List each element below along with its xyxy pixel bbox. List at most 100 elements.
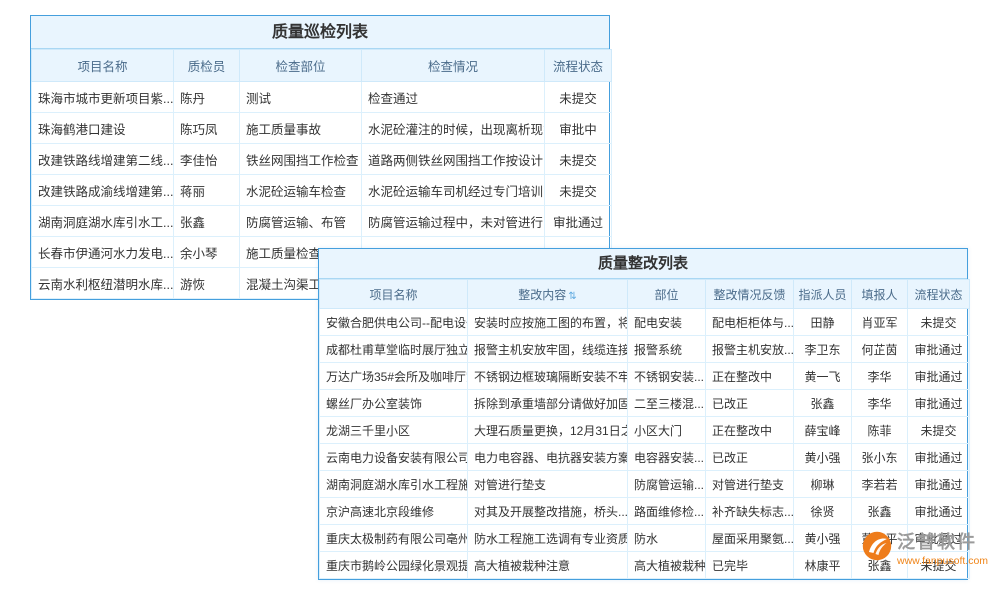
cell-assignee[interactable]: 黄小强 (794, 444, 852, 471)
status-badge: 未提交 (545, 175, 612, 206)
table-row[interactable]: 改建铁路线增建第二线... 李佳怡 铁丝网围挡工作检查 道路两侧铁丝网围挡工作按… (32, 144, 612, 175)
status-badge: 审批通过 (908, 363, 970, 390)
cell-project[interactable]: 珠海鹤港口建设 (32, 113, 174, 144)
cell-feedback: 补齐缺失标志... (706, 498, 794, 525)
cell-reporter[interactable]: 李若若 (852, 471, 908, 498)
cell-assignee[interactable]: 黄一飞 (794, 363, 852, 390)
cell-assignee[interactable]: 黄小强 (794, 525, 852, 552)
cell-project[interactable]: 安徽合肥供电公司--配电设备... (320, 309, 468, 336)
cell-project[interactable]: 云南电力设备安装有限公司20... (320, 444, 468, 471)
table-row[interactable]: 成都杜甫草堂临时展厅独立展... 报警主机安放牢固，线缆连接... 报警系统 报… (320, 336, 970, 363)
col-header-part: 部位 (628, 280, 706, 309)
cell-reporter[interactable]: 何芷茵 (852, 336, 908, 363)
cell-part: 高大植被栽种 (628, 552, 706, 579)
cell-feedback: 配电柜柜体与... (706, 309, 794, 336)
cell-content: 不锈钢边框玻璃隔断安装不牢... (468, 363, 628, 390)
cell-part: 铁丝网围挡工作检查 (240, 144, 362, 175)
cell-content: 报警主机安放牢固，线缆连接... (468, 336, 628, 363)
cell-assignee[interactable]: 薛宝峰 (794, 417, 852, 444)
status-badge: 审批通过 (908, 498, 970, 525)
cell-feedback: 已改正 (706, 390, 794, 417)
fanpu-logo: 泛普软件 www.fanpusoft.com (862, 531, 988, 567)
cell-reporter[interactable]: 李华 (852, 390, 908, 417)
col-header-part: 检查部位 (240, 50, 362, 82)
cell-reporter[interactable]: 张鑫 (852, 498, 908, 525)
page: 质量巡检列表 项目名称 质检员 检查部位 检查情况 流程状态 珠海市城市更新项目… (0, 0, 1000, 600)
cell-project[interactable]: 螺丝厂办公室装饰 (320, 390, 468, 417)
cell-project[interactable]: 成都杜甫草堂临时展厅独立展... (320, 336, 468, 363)
inspection-header-row: 项目名称 质检员 检查部位 检查情况 流程状态 (32, 50, 612, 82)
cell-project[interactable]: 改建铁路成渝线增建第... (32, 175, 174, 206)
cell-feedback: 报警主机安放... (706, 336, 794, 363)
cell-project[interactable]: 云南水利枢纽潜明水库... (32, 268, 174, 299)
logo-name: 泛普软件 (897, 531, 988, 553)
table-row[interactable]: 改建铁路成渝线增建第... 蒋丽 水泥砼运输车检查 水泥砼运输车司机经过专门培训… (32, 175, 612, 206)
status-badge: 审批中 (545, 113, 612, 144)
rectification-table-title: 质量整改列表 (319, 249, 967, 279)
cell-situation: 水泥砼灌注的时候，出现离析现象 (362, 113, 545, 144)
status-badge: 未提交 (908, 309, 970, 336)
fanpu-logo-icon (862, 531, 892, 561)
cell-content: 对管进行垫支 (468, 471, 628, 498)
cell-part: 不锈钢安装... (628, 363, 706, 390)
cell-project[interactable]: 珠海市城市更新项目紫... (32, 82, 174, 113)
cell-assignee[interactable]: 柳琳 (794, 471, 852, 498)
cell-project[interactable]: 湖南洞庭湖水库引水工程施工... (320, 471, 468, 498)
cell-feedback: 对管进行垫支 (706, 471, 794, 498)
cell-project[interactable]: 京沪高速北京段维修 (320, 498, 468, 525)
col-header-feedback: 整改情况反馈 (706, 280, 794, 309)
table-row[interactable]: 万达广场35#会所及咖啡厅空... 不锈钢边框玻璃隔断安装不牢... 不锈钢安装… (320, 363, 970, 390)
table-row[interactable]: 螺丝厂办公室装饰 拆除到承重墙部分请做好加固... 二至三楼混... 已改正 张… (320, 390, 970, 417)
cell-part: 防腐管运输... (628, 471, 706, 498)
cell-reporter[interactable]: 张小东 (852, 444, 908, 471)
col-header-status: 流程状态 (908, 280, 970, 309)
cell-project[interactable]: 长春市伊通河水力发电... (32, 237, 174, 268)
table-row[interactable]: 湖南洞庭湖水库引水工程施工... 对管进行垫支 防腐管运输... 对管进行垫支 … (320, 471, 970, 498)
cell-project[interactable]: 龙湖三千里小区 (320, 417, 468, 444)
cell-inspector[interactable]: 李佳怡 (174, 144, 240, 175)
status-badge: 未提交 (545, 144, 612, 175)
status-badge: 审批通过 (908, 336, 970, 363)
cell-content: 高大植被栽种注意 (468, 552, 628, 579)
cell-inspector[interactable]: 张鑫 (174, 206, 240, 237)
cell-inspector[interactable]: 游恢 (174, 268, 240, 299)
col-header-project: 项目名称 (320, 280, 468, 309)
cell-part: 电容器安装... (628, 444, 706, 471)
cell-assignee[interactable]: 张鑫 (794, 390, 852, 417)
cell-reporter[interactable]: 肖亚军 (852, 309, 908, 336)
cell-reporter[interactable]: 李华 (852, 363, 908, 390)
cell-content: 安装时应按施工图的布置，将... (468, 309, 628, 336)
table-row[interactable]: 湖南洞庭湖水库引水工... 张鑫 防腐管运输、布管 防腐管运输过程中，未对管进行… (32, 206, 612, 237)
table-row[interactable]: 京沪高速北京段维修 对其及开展整改措施，桥头... 路面维修检... 补齐缺失标… (320, 498, 970, 525)
cell-part: 测试 (240, 82, 362, 113)
cell-feedback: 正在整改中 (706, 363, 794, 390)
col-header-status: 流程状态 (545, 50, 612, 82)
cell-assignee[interactable]: 林康平 (794, 552, 852, 579)
cell-feedback: 正在整改中 (706, 417, 794, 444)
cell-inspector[interactable]: 陈巧凤 (174, 113, 240, 144)
cell-project[interactable]: 改建铁路线增建第二线... (32, 144, 174, 175)
table-row[interactable]: 珠海市城市更新项目紫... 陈丹 测试 检查通过 未提交 (32, 82, 612, 113)
cell-project[interactable]: 万达广场35#会所及咖啡厅空... (320, 363, 468, 390)
sort-icon[interactable]: ⇅ (568, 291, 576, 302)
cell-project[interactable]: 重庆市鹅岭公园绿化景观提升... (320, 552, 468, 579)
cell-inspector[interactable]: 蒋丽 (174, 175, 240, 206)
col-header-content[interactable]: 整改内容⇅ (468, 280, 628, 309)
cell-situation: 水泥砼运输车司机经过专门培训... (362, 175, 545, 206)
cell-reporter[interactable]: 陈菲 (852, 417, 908, 444)
logo-website: www.fanpusoft.com (897, 555, 988, 567)
cell-inspector[interactable]: 余小琴 (174, 237, 240, 268)
cell-project[interactable]: 湖南洞庭湖水库引水工... (32, 206, 174, 237)
table-row[interactable]: 龙湖三千里小区 大理石质量更换，12月31日之... 小区大门 正在整改中 薛宝… (320, 417, 970, 444)
cell-content: 电力电容器、电抗器安装方案,... (468, 444, 628, 471)
cell-assignee[interactable]: 李卫东 (794, 336, 852, 363)
cell-feedback: 屋面采用聚氨... (706, 525, 794, 552)
table-row[interactable]: 云南电力设备安装有限公司20... 电力电容器、电抗器安装方案,... 电容器安… (320, 444, 970, 471)
cell-inspector[interactable]: 陈丹 (174, 82, 240, 113)
table-row[interactable]: 珠海鹤港口建设 陈巧凤 施工质量事故 水泥砼灌注的时候，出现离析现象 审批中 (32, 113, 612, 144)
cell-project[interactable]: 重庆太极制药有限公司亳州中... (320, 525, 468, 552)
cell-assignee[interactable]: 田静 (794, 309, 852, 336)
cell-assignee[interactable]: 徐贤 (794, 498, 852, 525)
cell-part: 防水 (628, 525, 706, 552)
table-row[interactable]: 安徽合肥供电公司--配电设备... 安装时应按施工图的布置，将... 配电安装 … (320, 309, 970, 336)
